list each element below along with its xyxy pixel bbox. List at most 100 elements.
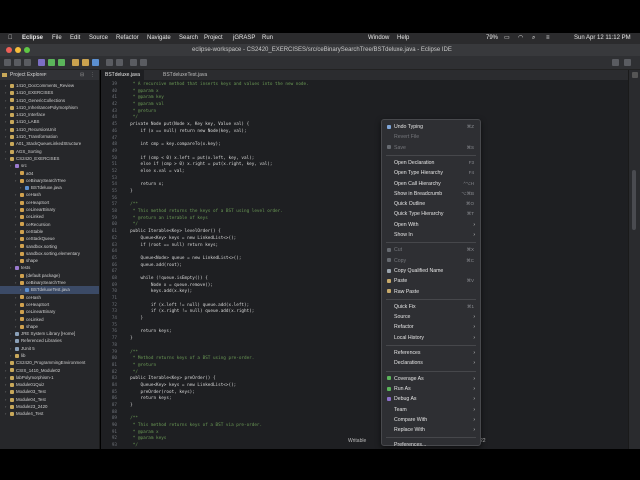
tree-item[interactable]: › CS2420_ProgrammingEnvironment <box>0 359 99 366</box>
expand-toggle-icon[interactable]: › <box>15 257 19 264</box>
tree-item[interactable]: › ceHeapSort <box>0 199 99 206</box>
forward-icon[interactable] <box>140 59 147 66</box>
expand-toggle-icon[interactable]: › <box>5 148 9 155</box>
menu-item-undo-typing[interactable]: Undo Typing ⌘Z <box>382 122 480 132</box>
tree-item[interactable]: › Referenced Libraries <box>0 337 99 344</box>
expand-toggle-icon[interactable]: › <box>15 206 19 213</box>
menu-project[interactable]: Project <box>204 33 223 44</box>
menu-window[interactable]: Window <box>368 33 389 44</box>
expand-toggle-icon[interactable]: › <box>15 279 19 286</box>
tree-item[interactable]: › ceLinked <box>0 213 99 220</box>
tree-item[interactable]: › 1410_Transformation <box>0 133 99 140</box>
perspective-icon[interactable] <box>612 59 619 66</box>
tree-item[interactable]: › ceLinked <box>0 316 99 323</box>
menu-item-show-in[interactable]: Show In › <box>382 230 480 240</box>
tree-item[interactable]: › A01_StackQueueLinkedStructure <box>0 140 99 147</box>
menu-item-run-as[interactable]: Run As › <box>382 384 480 394</box>
expand-toggle-icon[interactable]: › <box>5 403 9 410</box>
tree-item[interactable]: › AGS_Sorting <box>0 148 99 155</box>
tree-item[interactable]: › ceHash <box>0 191 99 198</box>
tree-item[interactable]: › Module01Quiz <box>0 381 99 388</box>
menu-item-compare-with[interactable]: Compare With › <box>382 415 480 425</box>
run-icon[interactable] <box>48 59 55 66</box>
menu-item-debug-as[interactable]: Debug As › <box>382 394 480 404</box>
tree-item[interactable]: › sandbox.sorting <box>0 243 99 250</box>
expand-toggle-icon[interactable]: › <box>15 323 19 330</box>
expand-toggle-icon[interactable]: › <box>5 118 9 125</box>
menu-file[interactable]: File <box>52 33 62 44</box>
tree-item[interactable]: › Module23_2420 <box>0 403 99 410</box>
expand-toggle-icon[interactable]: › <box>5 388 9 395</box>
expand-toggle-icon[interactable]: › <box>5 97 9 104</box>
tree-item[interactable]: › sandbox.sorting.elementary <box>0 250 99 257</box>
menu-item-team[interactable]: Team › <box>382 405 480 415</box>
java-perspective-icon[interactable] <box>624 59 631 66</box>
menu-source[interactable]: Source <box>89 33 108 44</box>
tree-item[interactable]: › src <box>0 162 99 169</box>
search-icon[interactable] <box>116 59 123 66</box>
menu-item-preferences[interactable]: Preferences... <box>382 440 480 450</box>
search-icon[interactable]: ⌕ <box>532 33 535 44</box>
tree-item[interactable]: › shape <box>0 257 99 264</box>
menu-item-open-call-hierarchy[interactable]: Open Call Hierarchy ^⌥H <box>382 179 480 189</box>
expand-toggle-icon[interactable]: › <box>5 104 9 111</box>
expand-toggle-icon[interactable]: › <box>15 228 19 235</box>
tree-item[interactable]: › ceStackQueue <box>0 235 99 242</box>
expand-toggle-icon[interactable]: › <box>5 410 9 417</box>
expand-toggle-icon[interactable]: › <box>20 184 24 191</box>
save-all-icon[interactable] <box>24 59 31 66</box>
tree-item[interactable]: › Module03_Test <box>0 388 99 395</box>
menu-item-open-declaration[interactable]: Open Declaration F3 <box>382 158 480 168</box>
tree-item[interactable]: › ceHash <box>0 294 99 301</box>
zoom-button[interactable] <box>24 47 30 53</box>
tree-item[interactable]: › 1410_GenericCollections <box>0 97 99 104</box>
tree-item[interactable]: › labPolymorphism-1 <box>0 374 99 381</box>
tree-item[interactable]: › lib <box>0 352 99 359</box>
menu-item-local-history[interactable]: Local History › <box>382 333 480 343</box>
back-icon[interactable] <box>130 59 137 66</box>
new-package-icon[interactable] <box>82 59 89 66</box>
new-icon[interactable] <box>4 59 11 66</box>
clock[interactable]: Sun Apr 12 11:12 PM <box>574 33 631 44</box>
control-center-icon[interactable]: ≡ <box>546 33 550 44</box>
menu-item-quick-fix[interactable]: Quick Fix ⌘1 <box>382 302 480 312</box>
expand-toggle-icon[interactable]: › <box>15 213 19 220</box>
tree-item[interactable]: › (default package) <box>0 272 99 279</box>
minimize-button[interactable] <box>15 47 21 53</box>
expand-toggle-icon[interactable]: › <box>20 286 24 293</box>
menu-item-open-type-hierarchy[interactable]: Open Type Hierarchy F4 <box>382 168 480 178</box>
tree-item[interactable]: › a04 <box>0 170 99 177</box>
tree-item[interactable]: › 1410_LABS <box>0 118 99 125</box>
tree-item[interactable]: › ceBinarySearchTree <box>0 177 99 184</box>
expand-toggle-icon[interactable]: › <box>15 177 19 184</box>
expand-toggle-icon[interactable]: › <box>15 243 19 250</box>
menu-item-raw-paste[interactable]: Raw Paste <box>382 287 480 297</box>
debug-icon[interactable] <box>38 59 45 66</box>
menu-navigate[interactable]: Navigate <box>147 33 171 44</box>
tree-item[interactable]: › shape <box>0 323 99 330</box>
expand-toggle-icon[interactable]: › <box>15 294 19 301</box>
expand-toggle-icon[interactable]: › <box>5 396 9 403</box>
expand-toggle-icon[interactable]: › <box>5 374 9 381</box>
expand-toggle-icon[interactable]: › <box>5 359 9 366</box>
tab-bstdeluxe[interactable]: BSTdeluxe.java <box>101 70 145 80</box>
expand-toggle-icon[interactable]: › <box>10 337 14 344</box>
expand-toggle-icon[interactable]: › <box>10 264 14 271</box>
menu-item-refactor[interactable]: Refactor › <box>382 322 480 332</box>
tree-item[interactable]: › ceLinearBinary <box>0 308 99 315</box>
menu-run[interactable]: Run <box>262 33 273 44</box>
tree-item[interactable]: › 1410_InheritancePolymorphism <box>0 104 99 111</box>
menu-item-coverage-as[interactable]: Coverage As › <box>382 374 480 384</box>
code-editor[interactable]: 39 * A recursive method that inserts key… <box>101 82 628 449</box>
tab-bstdeluxetest[interactable]: BSTdeluxeTest.java <box>159 70 211 80</box>
tree-item[interactable]: › tests <box>0 264 99 271</box>
menu-refactor[interactable]: Refactor <box>116 33 139 44</box>
expand-toggle-icon[interactable]: › <box>5 381 9 388</box>
tree-item[interactable]: › JUnit 5 <box>0 345 99 352</box>
expand-toggle-icon[interactable]: › <box>15 235 19 242</box>
expand-toggle-icon[interactable]: › <box>15 199 19 206</box>
expand-toggle-icon[interactable]: › <box>5 140 9 147</box>
expand-toggle-icon[interactable]: › <box>15 301 19 308</box>
menu-item-source[interactable]: Source › <box>382 312 480 322</box>
menu-item-declarations[interactable]: Declarations › <box>382 358 480 368</box>
